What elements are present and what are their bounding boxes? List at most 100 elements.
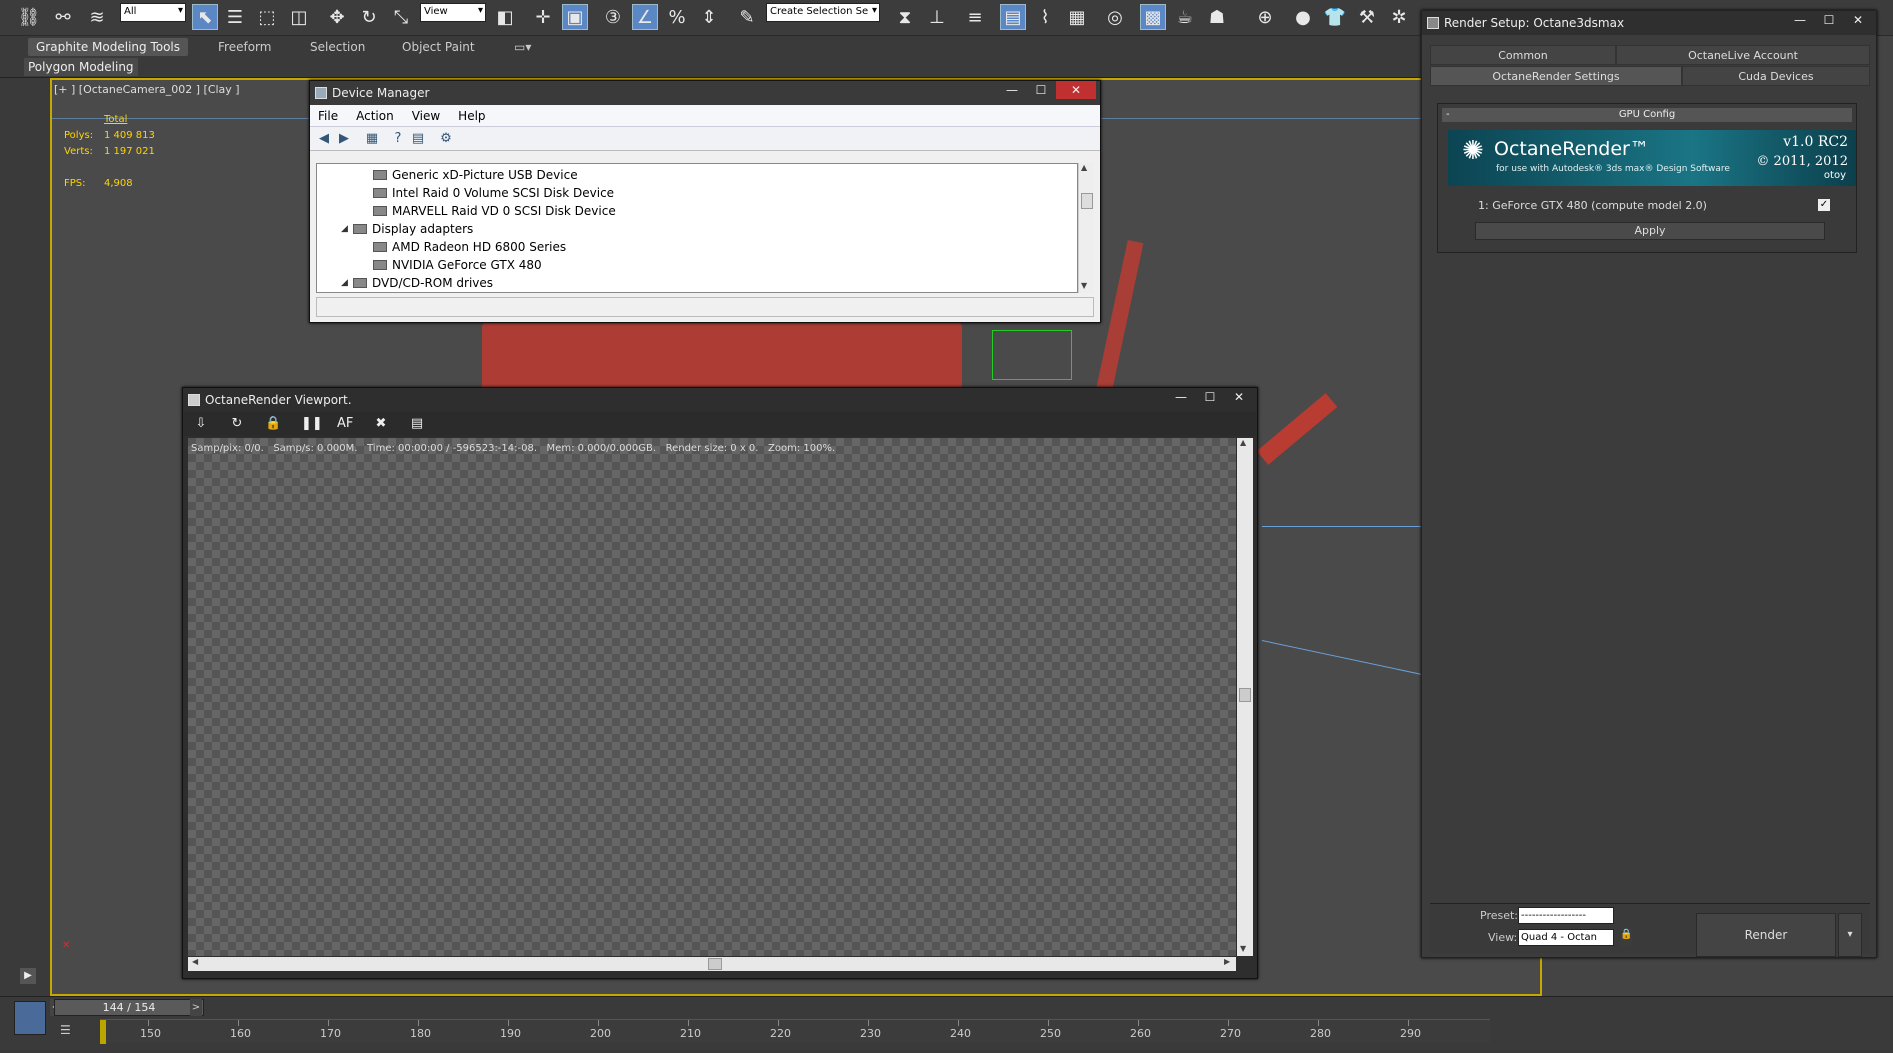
select-by-name-icon[interactable]: ☰ xyxy=(222,4,248,30)
close-icon[interactable]: ✕ xyxy=(1844,11,1872,29)
device-tree-scrollbar[interactable]: ▲ ▼ xyxy=(1078,163,1094,293)
collapse-icon[interactable]: - xyxy=(1446,108,1450,122)
ref-coord-dropdown[interactable]: View xyxy=(420,3,486,22)
keyboard-shortcut-icon[interactable]: ▣ xyxy=(562,4,588,30)
spinner-snap-icon[interactable]: ⇕ xyxy=(696,4,722,30)
tree-device[interactable]: AMD Radeon HD 6800 Series xyxy=(373,238,566,256)
render-canvas[interactable] xyxy=(188,438,1236,956)
manipulate-icon[interactable]: ✛ xyxy=(530,4,556,30)
tree-device[interactable]: Intel Raid 0 Volume SCSI Disk Device xyxy=(373,184,614,202)
close-icon[interactable]: ✕ xyxy=(1056,81,1096,99)
view-dropdown[interactable]: Quad 4 - Octan xyxy=(1518,929,1614,946)
save-image-icon[interactable]: ⇩ xyxy=(193,416,209,432)
teapot-icon[interactable]: ⊕ xyxy=(1252,4,1278,30)
extra-icon[interactable]: ✲ xyxy=(1386,4,1412,30)
menu-action[interactable]: Action xyxy=(356,109,394,123)
timeline-ruler[interactable]: 150 160 170 180 190 200 210 220 230 240 250 260 270 2… xyxy=(100,1019,1490,1044)
minimize-icon[interactable]: — xyxy=(998,81,1026,99)
track-bar-icon[interactable]: ☰ xyxy=(60,1023,80,1039)
stop-render-icon[interactable]: ✖ xyxy=(373,416,389,432)
tab-octanelive-account[interactable]: OctaneLive Account xyxy=(1616,45,1870,65)
material-editor-icon[interactable]: ◎ xyxy=(1102,4,1128,30)
pause-icon[interactable]: ❚❚ xyxy=(301,416,323,432)
tree-icon[interactable]: ▦ xyxy=(364,131,380,147)
forward-icon[interactable]: ▶ xyxy=(336,131,352,147)
octane-viewport-titlebar[interactable]: OctaneRender Viewport. — ☐ ✕ xyxy=(183,388,1257,412)
tab-octanerender-settings[interactable]: OctaneRender Settings xyxy=(1430,66,1682,86)
curve-editor-icon[interactable]: ⌇ xyxy=(1032,4,1058,30)
link-icon[interactable]: ⛓ xyxy=(16,4,42,30)
back-icon[interactable]: ◀ xyxy=(316,131,332,147)
tab-graphite-modeling-tools[interactable]: Graphite Modeling Tools xyxy=(28,38,189,56)
horizontal-scrollbar[interactable]: ◀ ▶ xyxy=(188,957,1236,971)
polygon-modeling-panel[interactable]: Polygon Modeling xyxy=(24,58,138,76)
tab-common[interactable]: Common xyxy=(1430,45,1616,65)
snap-toggle-icon[interactable]: ③ xyxy=(600,4,626,30)
tool-icon[interactable]: ⚒ xyxy=(1354,4,1380,30)
tree-device[interactable]: NVIDIA GeForce GTX 480 xyxy=(373,256,542,274)
scroll-down-icon[interactable]: ▼ xyxy=(1240,944,1246,953)
properties-icon[interactable]: ▤ xyxy=(410,131,426,147)
next-frame-button[interactable]: > xyxy=(190,999,202,1016)
tab-cuda-devices[interactable]: Cuda Devices xyxy=(1682,66,1870,86)
maximize-icon[interactable]: ☐ xyxy=(1196,388,1224,406)
menu-file[interactable]: File xyxy=(318,109,338,123)
unlink-icon[interactable]: ⚯ xyxy=(50,4,76,30)
scale-icon[interactable]: ⤡ xyxy=(388,4,414,30)
scroll-right-icon[interactable]: ▶ xyxy=(1224,957,1230,966)
minimize-icon[interactable]: — xyxy=(1786,11,1814,29)
pivot-icon[interactable]: ◧ xyxy=(492,4,518,30)
lock-icon[interactable]: 🔒 xyxy=(265,416,281,432)
render-setup-icon[interactable]: ▩ xyxy=(1140,4,1166,30)
angle-snap-icon[interactable]: ∠ xyxy=(632,4,658,30)
maximize-icon[interactable]: ☐ xyxy=(1815,11,1843,29)
tree-device[interactable]: Generic xD-Picture USB Device xyxy=(373,166,578,184)
sphere-icon[interactable]: ● xyxy=(1290,4,1316,30)
schematic-view-icon[interactable]: ▦ xyxy=(1064,4,1090,30)
autofocus-icon[interactable]: AF xyxy=(337,416,353,432)
close-icon[interactable]: ✕ xyxy=(1225,388,1253,406)
play-icon[interactable]: ▶ xyxy=(20,968,36,984)
vertical-scrollbar[interactable]: ▲ ▼ xyxy=(1237,438,1253,956)
render-production-icon[interactable]: ☗ xyxy=(1204,4,1230,30)
shirt-icon[interactable]: 👕 xyxy=(1322,4,1348,30)
minimize-icon[interactable]: — xyxy=(1167,388,1195,406)
menu-view[interactable]: View xyxy=(412,109,440,123)
scan-hardware-icon[interactable]: ⚙ xyxy=(438,131,454,147)
scroll-up-icon[interactable]: ▲ xyxy=(1240,438,1246,447)
tree-category[interactable]: Display adapters xyxy=(353,220,473,238)
time-cursor[interactable] xyxy=(100,1020,106,1044)
render-options-dropdown[interactable]: ▾ xyxy=(1838,913,1862,957)
mini-listener[interactable] xyxy=(14,1001,46,1035)
percent-snap-icon[interactable]: % xyxy=(664,4,690,30)
viewport-label[interactable]: [+ ] [OctaneCamera_002 ] [Clay ] xyxy=(54,83,240,96)
layer-manager-icon[interactable]: ≡ xyxy=(962,4,988,30)
tree-device[interactable]: MARVELL Raid VD 0 SCSI Disk Device xyxy=(373,202,616,220)
tab-object-paint[interactable]: Object Paint xyxy=(394,38,483,56)
tab-selection[interactable]: Selection xyxy=(302,38,373,56)
rotate-icon[interactable]: ↻ xyxy=(356,4,382,30)
settings-icon[interactable]: ▤ xyxy=(409,416,425,432)
mirror-icon[interactable]: ⧗ xyxy=(892,4,918,30)
scroll-left-icon[interactable]: ◀ xyxy=(192,957,198,966)
select-object-icon[interactable]: ⬉ xyxy=(192,4,218,30)
selection-filter-dropdown[interactable]: All xyxy=(120,3,186,22)
maximize-icon[interactable]: ☐ xyxy=(1027,81,1055,99)
tab-freeform[interactable]: Freeform xyxy=(210,38,279,56)
graphite-toggle-icon[interactable]: ▤ xyxy=(1000,4,1026,30)
tree-category[interactable]: DVD/CD-ROM drives xyxy=(353,274,493,292)
move-icon[interactable]: ✥ xyxy=(324,4,350,30)
scroll-thumb[interactable] xyxy=(708,958,722,970)
bind-spacewarp-icon[interactable]: ≋ xyxy=(84,4,110,30)
device-manager-titlebar[interactable]: Device Manager — ☐ ✕ xyxy=(310,81,1100,105)
time-slider[interactable]: 144 / 154 xyxy=(54,999,204,1016)
menu-help[interactable]: Help xyxy=(458,109,485,123)
expand-arrow-icon[interactable]: ◢ xyxy=(341,224,348,234)
restart-render-icon[interactable]: ↻ xyxy=(229,416,245,432)
rendered-frame-icon[interactable]: ☕ xyxy=(1172,4,1198,30)
named-selection-dropdown[interactable]: Create Selection Se xyxy=(766,3,880,22)
scroll-thumb[interactable] xyxy=(1239,688,1251,702)
render-setup-titlebar[interactable]: Render Setup: Octane3dsmax — ☐ ✕ xyxy=(1422,11,1876,35)
edit-named-selection-icon[interactable]: ✎ xyxy=(734,4,760,30)
render-button[interactable]: Render xyxy=(1696,913,1836,957)
